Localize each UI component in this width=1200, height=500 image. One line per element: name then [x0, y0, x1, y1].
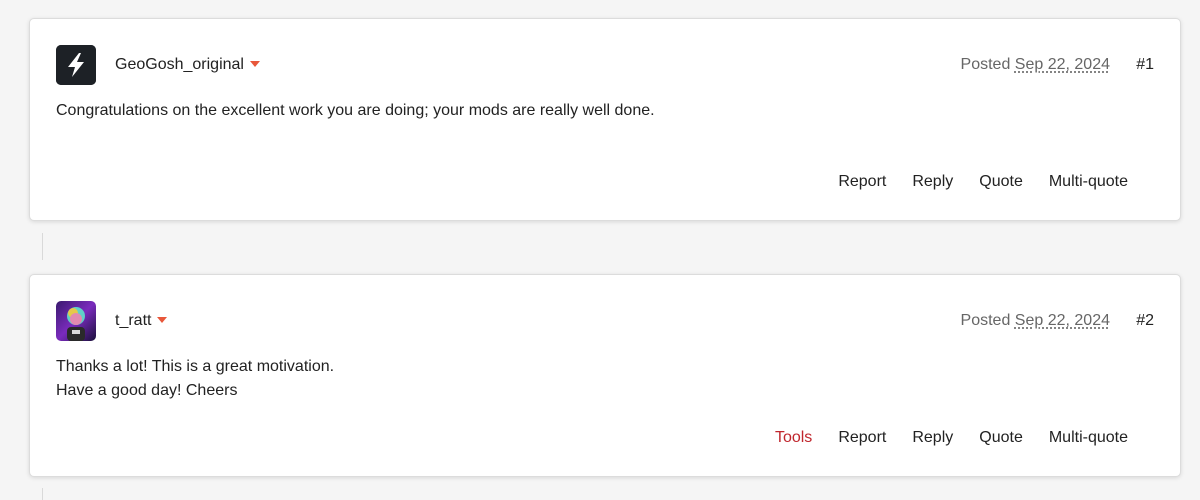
chevron-down-icon[interactable] — [249, 61, 260, 67]
post-actions: Tools Report Reply Quote Multi-quote — [775, 428, 1128, 448]
chevron-down-icon[interactable] — [157, 317, 168, 323]
post-content-line: Have a good day! Cheers — [56, 382, 238, 399]
posted-label: Posted — [960, 312, 1011, 329]
posted-label: Posted — [960, 56, 1011, 73]
lightning-bolt-icon — [56, 45, 96, 85]
post-date[interactable]: Sep 22, 2024 — [1015, 56, 1110, 73]
thread-connector — [42, 488, 43, 500]
report-button[interactable]: Report — [838, 172, 886, 192]
post-content: Congratulations on the excellent work yo… — [56, 99, 655, 123]
post-content-line: Congratulations on the excellent work yo… — [56, 102, 655, 119]
quote-button[interactable]: Quote — [979, 428, 1023, 448]
quote-button[interactable]: Quote — [979, 172, 1023, 192]
reply-button[interactable]: Reply — [912, 172, 953, 192]
thread-connector — [42, 233, 43, 260]
post-number[interactable]: #2 — [1136, 311, 1154, 331]
post-timestamp: Posted Sep 22, 2024 — [961, 55, 1110, 75]
multi-quote-button[interactable]: Multi-quote — [1049, 428, 1128, 448]
post-content: Thanks a lot! This is a great motivation… — [56, 355, 334, 403]
report-button[interactable]: Report — [838, 428, 886, 448]
forum-post: t_ratt Posted Sep 22, 2024 #2 Thanks a l… — [29, 274, 1181, 477]
user-avatar-image — [56, 301, 96, 341]
post-date[interactable]: Sep 22, 2024 — [1015, 312, 1110, 329]
multi-quote-button[interactable]: Multi-quote — [1049, 172, 1128, 192]
post-timestamp: Posted Sep 22, 2024 — [961, 311, 1110, 331]
post-content-line: Thanks a lot! This is a great motivation… — [56, 358, 335, 375]
reply-button[interactable]: Reply — [912, 428, 953, 448]
forum-post: GeoGosh_original Posted Sep 22, 2024 #1 … — [29, 18, 1181, 221]
post-author[interactable]: GeoGosh_original — [115, 55, 260, 75]
author-name[interactable]: GeoGosh_original — [115, 56, 244, 73]
tools-button[interactable]: Tools — [775, 428, 812, 448]
post-actions: Report Reply Quote Multi-quote — [838, 172, 1128, 192]
post-number[interactable]: #1 — [1136, 55, 1154, 75]
post-author[interactable]: t_ratt — [115, 311, 168, 331]
author-name[interactable]: t_ratt — [115, 312, 151, 329]
author-avatar[interactable] — [56, 301, 96, 341]
author-avatar[interactable] — [56, 45, 96, 85]
